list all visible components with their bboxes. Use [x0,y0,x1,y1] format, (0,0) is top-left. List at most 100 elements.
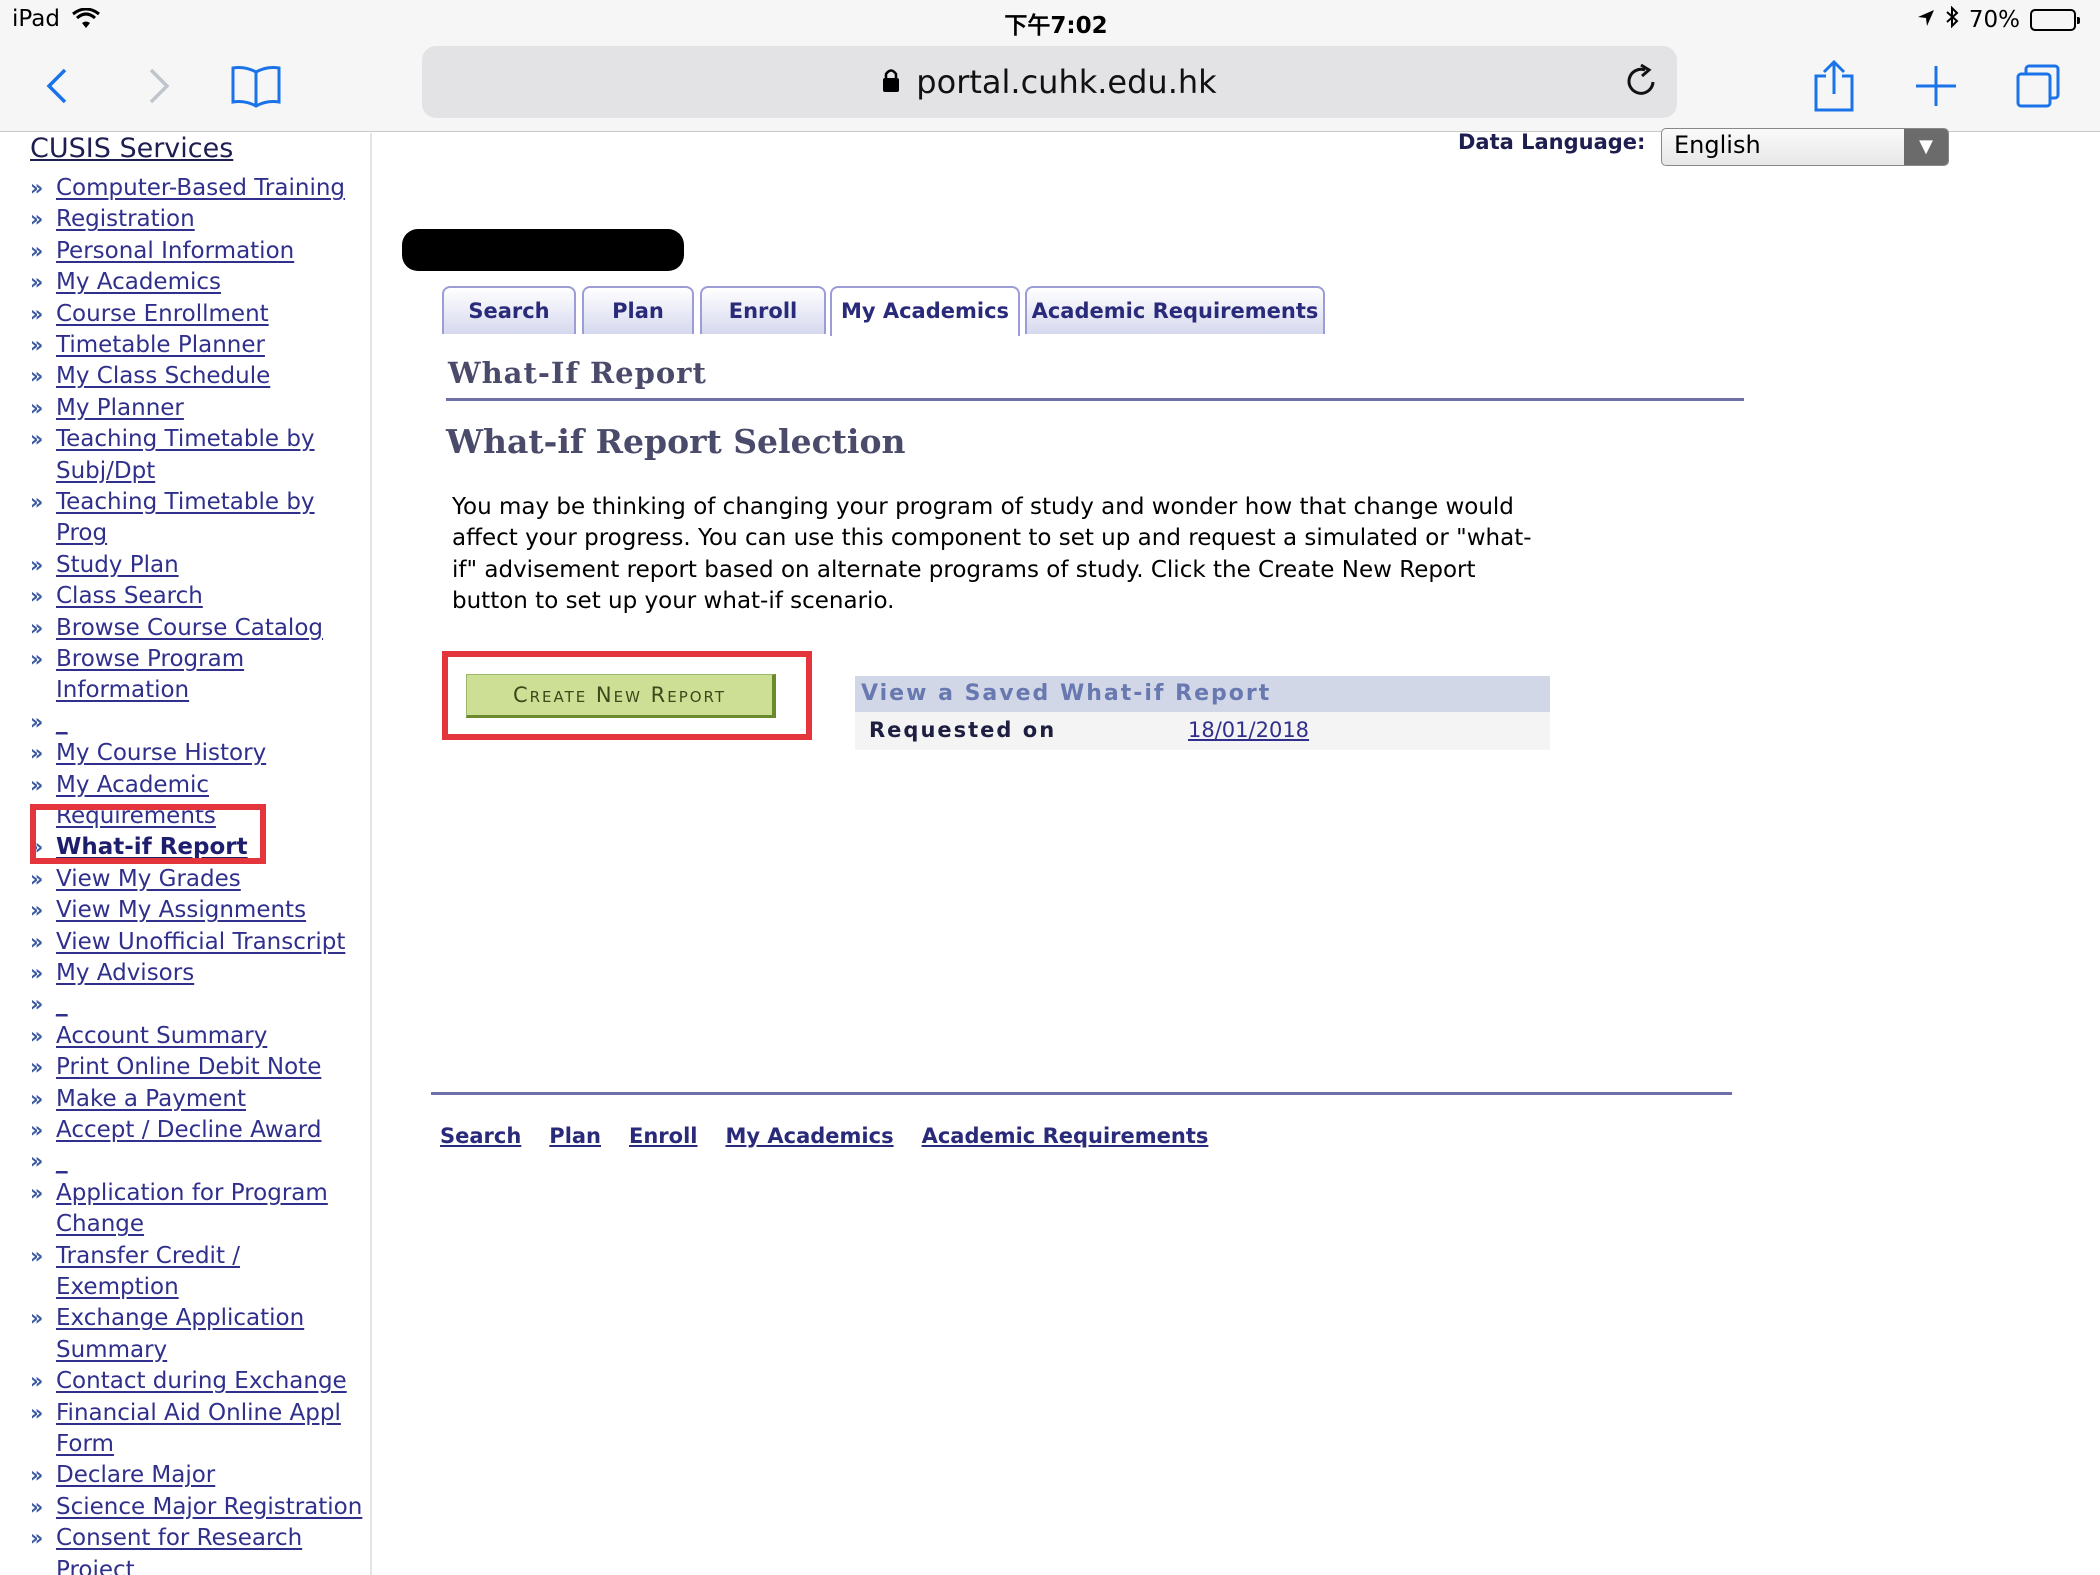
sidebar-item-label[interactable]: Browse Course Catalog [56,613,370,644]
sidebar-item-label[interactable]: Science Major Registration [56,1492,370,1523]
sidebar-item-label[interactable]: My Planner [56,393,370,424]
sidebar-item[interactable]: ›› _ [30,1146,370,1177]
sidebar-item-label[interactable]: Financial Aid Online Appl [56,1398,370,1429]
sidebar-item-label[interactable]: Course Enrollment [56,299,370,330]
sidebar-item-label[interactable]: Declare Major [56,1460,370,1491]
footer-link-academic-requirements[interactable]: Academic Requirements [922,1124,1209,1148]
sidebar-title[interactable]: CUSIS Services [30,133,233,164]
sidebar-item[interactable]: ›› Teaching Timetable by Prog [30,487,370,550]
tab-academic-requirements[interactable]: Academic Requirements [1025,286,1325,334]
sidebar-item-label[interactable]: My Academics [56,267,370,298]
sidebar-item[interactable]: ›› Browse Course Catalog [30,613,370,644]
sidebar-item[interactable]: ›› Study Plan [30,550,370,581]
sidebar-item-label[interactable]: My Course History [56,738,370,769]
sidebar-item[interactable]: ›› My Course History [30,738,370,769]
sidebar-item[interactable]: ›› Science Major Registration [30,1492,370,1523]
sidebar-item-label[interactable]: Consent for Research [56,1523,370,1554]
sidebar-item-label[interactable]: View My Grades [56,864,370,895]
data-language-select[interactable]: English ▼ [1661,128,1949,166]
sidebar-item-label[interactable]: Summary [56,1335,370,1366]
sidebar-item-label[interactable]: Change [56,1209,370,1240]
sidebar-item-label[interactable]: Form [56,1429,370,1460]
sidebar-item[interactable]: ›› Consent for Research Project [30,1523,370,1575]
sidebar-item[interactable]: ›› _ [30,707,370,738]
sidebar-item[interactable]: ›› Declare Major [30,1460,370,1491]
sidebar-item-label[interactable]: Information [56,675,370,706]
sidebar-item-label[interactable]: Contact during Exchange [56,1366,370,1397]
sidebar-item[interactable]: ›› My Planner [30,393,370,424]
sidebar-item[interactable]: ›› View Unofficial Transcript [30,927,370,958]
sidebar-item-label[interactable]: My Advisors [56,958,370,989]
sidebar-item[interactable]: ›› View My Assignments [30,895,370,926]
back-icon[interactable] [28,56,88,116]
sidebar-item-label[interactable]: Project [56,1555,370,1575]
sidebar-item[interactable]: ›› Personal Information [30,236,370,267]
sidebar-item-label[interactable]: Print Online Debit Note [56,1052,370,1083]
sidebar-item[interactable]: ›› Print Online Debit Note [30,1052,370,1083]
sidebar-item-label[interactable]: Transfer Credit / [56,1241,370,1272]
sidebar-item-label[interactable]: Study Plan [56,550,370,581]
footer-link-my-academics[interactable]: My Academics [726,1124,894,1148]
tab-search[interactable]: Search [442,286,576,334]
sidebar-item[interactable]: ›› Financial Aid Online Appl Form [30,1398,370,1461]
sidebar-item[interactable]: ›› My Advisors [30,958,370,989]
sidebar-item-label[interactable]: Teaching Timetable by [56,424,370,455]
reload-icon[interactable] [1623,62,1659,108]
footer-link-search[interactable]: Search [440,1124,521,1148]
sidebar-item[interactable]: ›› _ [30,989,370,1020]
sidebar-item[interactable]: ›› Class Search [30,581,370,612]
sidebar-item-label[interactable]: Browse Program [56,644,370,675]
sidebar-item[interactable]: ›› Course Enrollment [30,299,370,330]
sidebar-item-label[interactable]: Subj/Dpt [56,456,370,487]
footer-link-enroll[interactable]: Enroll [629,1124,697,1148]
sidebar-item[interactable]: ›› Contact during Exchange [30,1366,370,1397]
sidebar-item-label[interactable]: Class Search [56,581,370,612]
sidebar-item-label[interactable]: View My Assignments [56,895,370,926]
sidebar-item-label[interactable]: Application for Program [56,1178,370,1209]
sidebar-item-label[interactable]: My Class Schedule [56,361,370,392]
tab-my-academics[interactable]: My Academics [830,286,1020,336]
sidebar-item-label[interactable]: _ [56,1146,370,1177]
sidebar-item-label[interactable]: Registration [56,204,370,235]
sidebar-item-label[interactable]: My Academic [56,770,370,801]
footer-link-plan[interactable]: Plan [549,1124,601,1148]
sidebar-item-label[interactable]: Exchange Application [56,1303,370,1334]
sidebar-item-label[interactable]: Make a Payment [56,1084,370,1115]
sidebar-item[interactable]: ›› My Class Schedule [30,361,370,392]
sidebar-item[interactable]: ›› My Academics [30,267,370,298]
create-new-report-button[interactable]: Create New Report [466,674,776,718]
tab-plan[interactable]: Plan [582,286,694,334]
sidebar-item[interactable]: ›› Browse Program Information [30,644,370,707]
sidebar-item-label[interactable]: Teaching Timetable by [56,487,370,518]
sidebar-item[interactable]: ›› Transfer Credit / Exemption [30,1241,370,1304]
sidebar-item[interactable]: ›› Account Summary [30,1021,370,1052]
sidebar-item-label[interactable]: Account Summary [56,1021,370,1052]
new-tab-icon[interactable] [1906,56,1966,116]
tab-enroll[interactable]: Enroll [700,286,826,334]
sidebar-item[interactable]: ›› Computer-Based Training [30,173,370,204]
address-bar[interactable]: portal.cuhk.edu.hk [422,46,1677,118]
sidebar-item-label[interactable]: View Unofficial Transcript [56,927,370,958]
sidebar-item[interactable]: ›› Accept / Decline Award [30,1115,370,1146]
sidebar-item-label[interactable]: Accept / Decline Award [56,1115,370,1146]
dropdown-arrow-icon[interactable]: ▼ [1904,129,1948,165]
sidebar-item-label[interactable]: Personal Information [56,236,370,267]
tabs-icon[interactable] [2008,56,2068,116]
sidebar-item[interactable]: ›› View My Grades [30,864,370,895]
sidebar-item-label[interactable]: Timetable Planner [56,330,370,361]
bookmarks-icon[interactable] [226,56,286,116]
sidebar-item-label[interactable]: Computer-Based Training [56,173,370,204]
sidebar-item-label[interactable]: Exemption [56,1272,370,1303]
sidebar-item-label[interactable]: Prog [56,518,370,549]
sidebar-item[interactable]: ›› Registration [30,204,370,235]
saved-report-date-link[interactable]: 18/01/2018 [1188,718,1309,742]
share-icon[interactable] [1804,56,1864,116]
sidebar-item-label[interactable]: _ [56,707,370,738]
sidebar-item[interactable]: ›› Make a Payment [30,1084,370,1115]
sidebar-item[interactable]: ›› Timetable Planner [30,330,370,361]
forward-icon[interactable] [128,56,188,116]
sidebar-item[interactable]: ›› Teaching Timetable by Subj/Dpt [30,424,370,487]
sidebar-item[interactable]: ›› Exchange Application Summary [30,1303,370,1366]
sidebar-item-label[interactable]: _ [56,989,370,1020]
sidebar-item[interactable]: ›› Application for Program Change [30,1178,370,1241]
